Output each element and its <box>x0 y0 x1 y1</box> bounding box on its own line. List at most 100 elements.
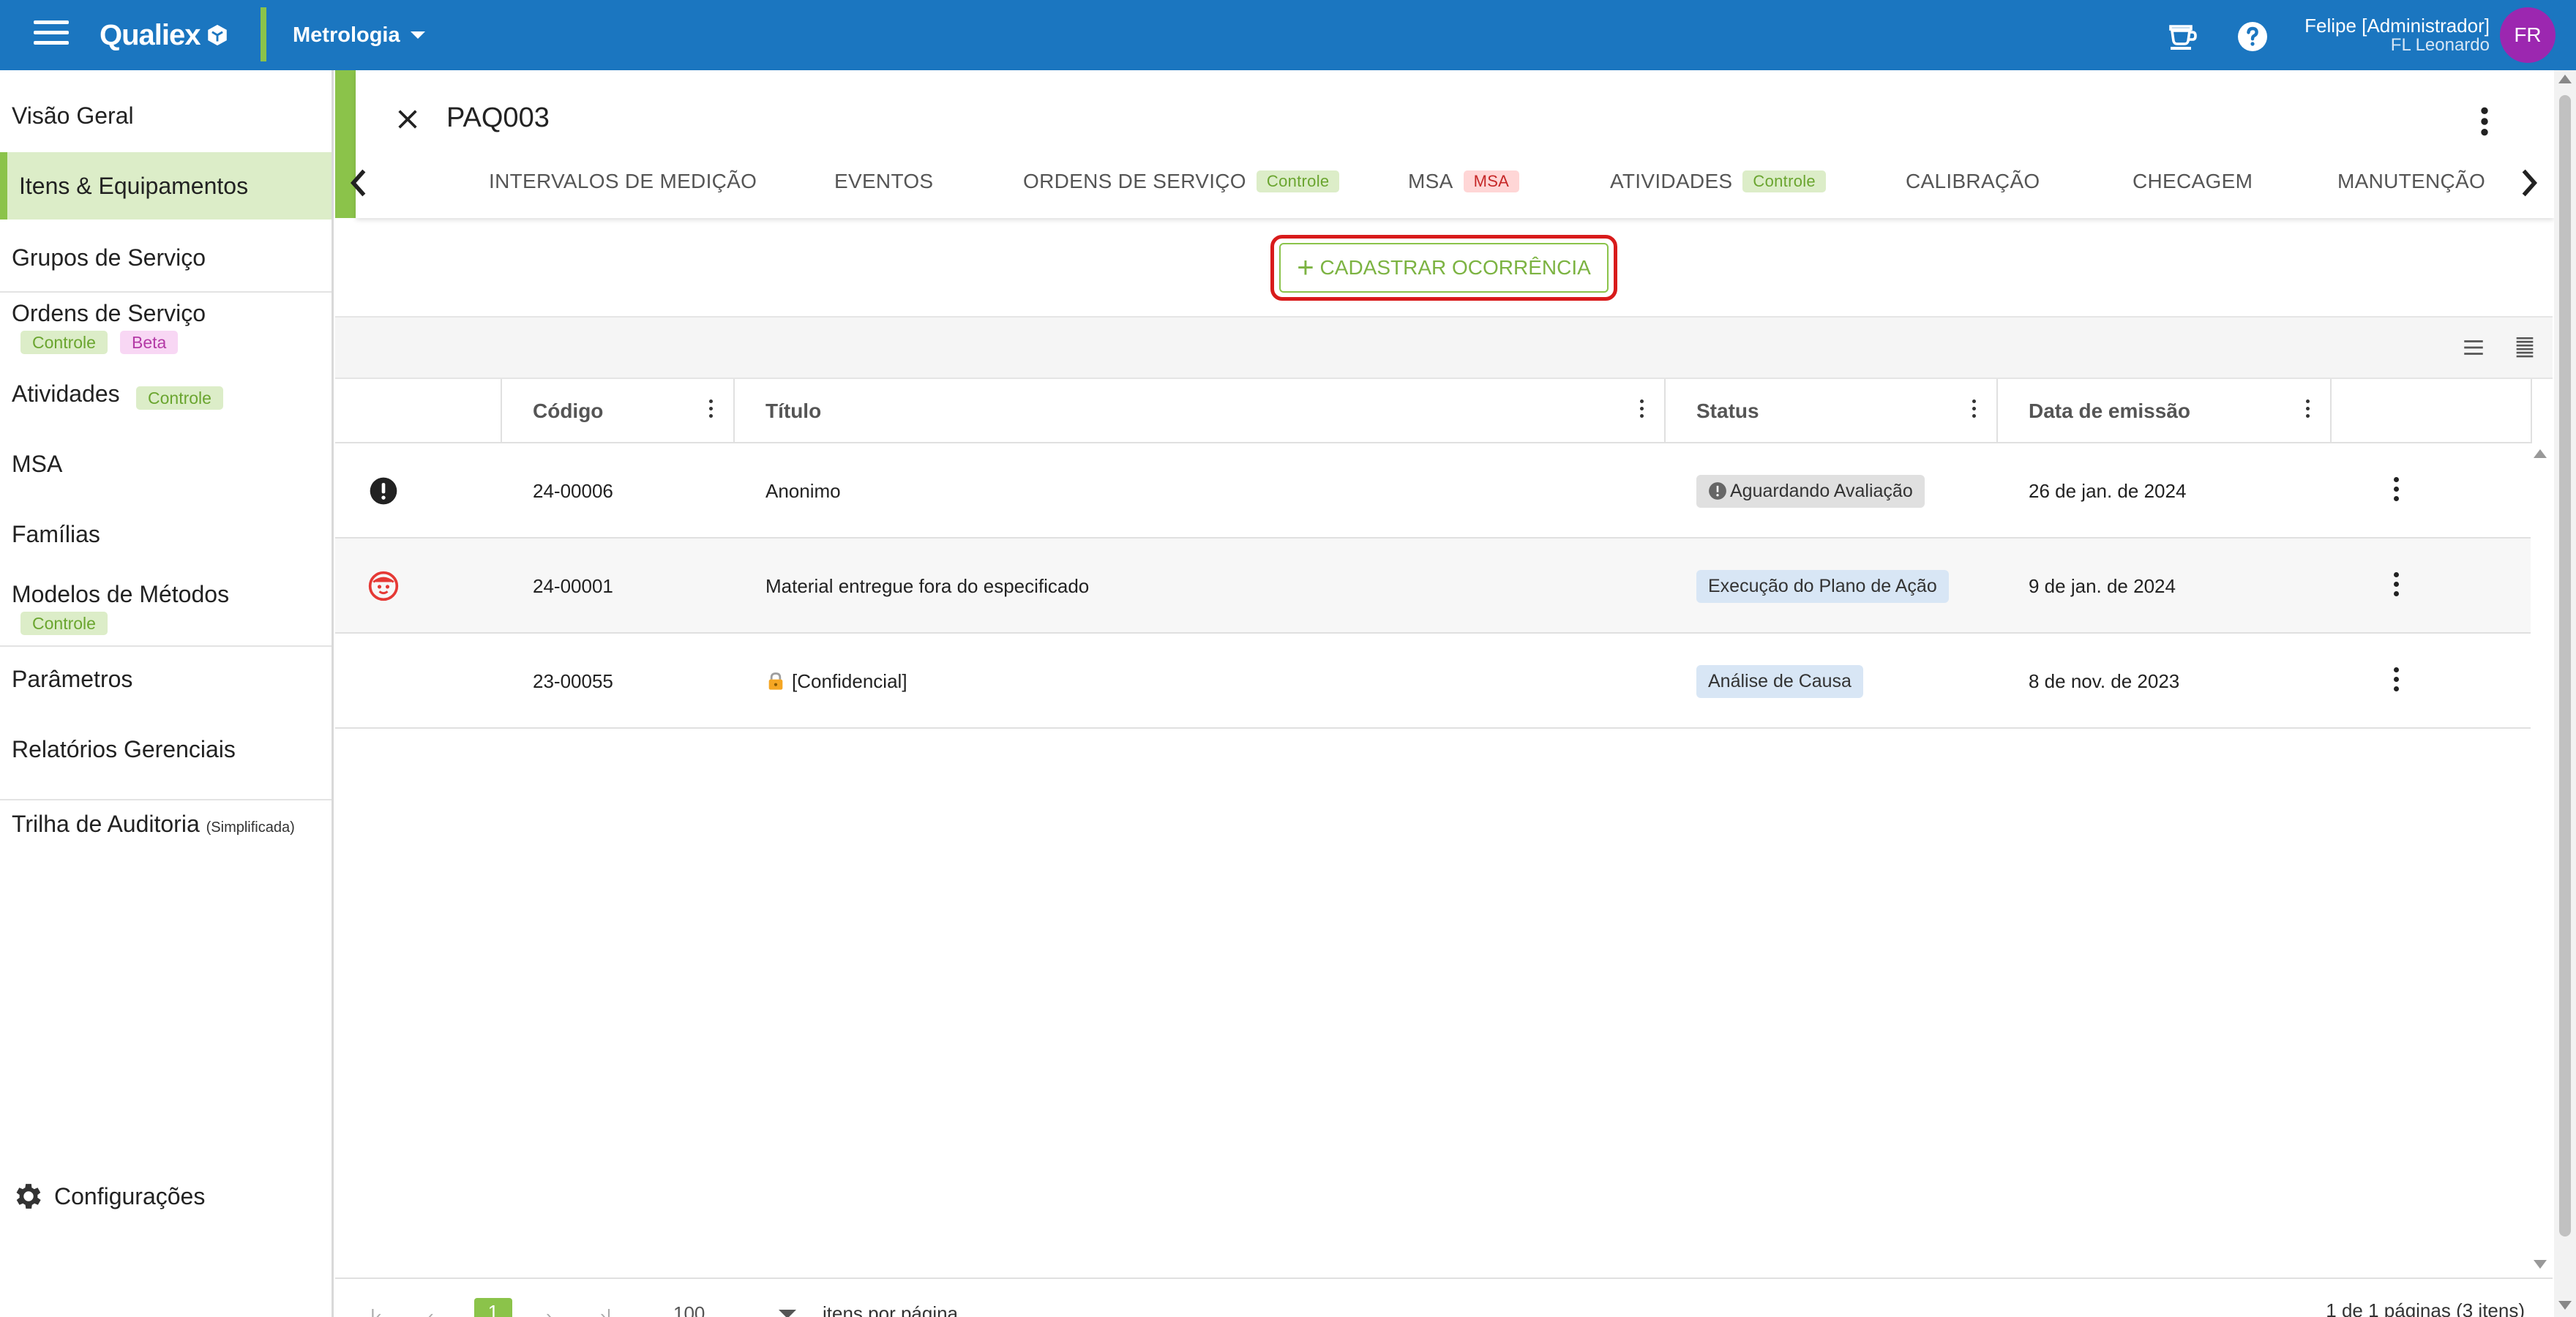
settings-label: Configurações <box>54 1182 206 1209</box>
cell-title: Anonimo <box>765 479 841 502</box>
menu-icon[interactable] <box>34 20 69 50</box>
last-page-icon[interactable]: ›| <box>600 1305 611 1317</box>
table-scroll-up-icon[interactable] <box>2534 449 2547 458</box>
sidebar-divider <box>0 291 332 293</box>
chevron-right-icon[interactable] <box>2519 167 2539 199</box>
column-menu-icon[interactable] <box>1638 399 1645 421</box>
add-occurrence-label: CADASTRAR OCORRÊNCIA <box>1319 256 1591 279</box>
lock-icon <box>768 672 783 690</box>
column-header-data-emissao[interactable]: Data de emissão <box>2029 379 2190 443</box>
cell-code: 24-00001 <box>533 574 613 597</box>
cell-date: 26 de jan. de 2024 <box>2029 479 2187 502</box>
sidebar-divider <box>0 645 332 647</box>
top-bar: Qualiex Metrologia Felipe [Administrador… <box>0 0 2576 70</box>
user-name[interactable]: Felipe [Administrador] <box>2304 15 2490 37</box>
sidebar-item-grupos-servico[interactable]: Grupos de Serviço <box>0 236 332 277</box>
sidebar-item-label: Famílias <box>12 521 100 547</box>
row-more-icon[interactable] <box>2392 477 2400 506</box>
sidebar-item-familias[interactable]: Famílias <box>0 514 332 555</box>
settings-button[interactable]: Configurações <box>12 1179 205 1213</box>
cell-status: Análise de Causa <box>1696 634 1863 729</box>
table-scroll-down-icon[interactable] <box>2534 1260 2547 1269</box>
tab-label: MSA <box>1408 170 1453 192</box>
compact-view-icon[interactable] <box>2512 335 2538 360</box>
close-icon[interactable] <box>395 107 420 132</box>
column-header-titulo[interactable]: Título <box>765 379 821 443</box>
tab-checagem[interactable]: CHECAGEM <box>2133 170 2253 193</box>
sidebar-item-itens-equipamentos[interactable]: Itens & Equipamentos <box>0 152 332 220</box>
sidebar-item-trilha-auditoria[interactable]: Trilha de Auditoria (Simplificada) <box>0 799 332 850</box>
table-toolbar <box>335 316 2553 379</box>
column-divider <box>2330 379 2332 443</box>
sidebar-item-ordens-servico[interactable]: Ordens de Serviço Controle Beta <box>0 297 332 364</box>
app-name: Qualiex <box>100 18 201 51</box>
sidebar-item-label: Itens & Equipamentos <box>19 173 249 199</box>
sidebar-item-label: Parâmetros <box>12 666 133 692</box>
row-more-icon[interactable] <box>2392 667 2400 697</box>
sidebar-item-modelos-metodos[interactable]: Modelos de Métodos Controle <box>0 578 332 645</box>
column-divider <box>1664 379 1666 443</box>
tab-eventos[interactable]: EVENTOS <box>834 170 933 193</box>
tab-label: INTERVALOS DE MEDIÇÃO <box>489 170 757 192</box>
module-selector[interactable]: Metrologia <box>293 19 425 51</box>
tab-ordens-servico[interactable]: ORDENS DE SERVIÇO Controle <box>1023 170 1340 193</box>
column-divider <box>2531 379 2532 443</box>
cell-code: 24-00006 <box>533 479 613 502</box>
sidebar-item-msa[interactable]: MSA <box>0 443 332 484</box>
cell-status: Aguardando Avaliação <box>1696 443 1925 539</box>
controle-badge: Controle <box>136 386 223 410</box>
gear-icon <box>16 1184 41 1209</box>
add-occurrence-button[interactable]: + CADASTRAR OCORRÊNCIA <box>1279 243 1609 293</box>
app-logo[interactable]: Qualiex <box>100 16 230 54</box>
prev-page-icon[interactable]: ‹ <box>427 1305 434 1317</box>
sidebar-item-label-wrap: Trilha de Auditoria (Simplificada) <box>12 811 295 838</box>
next-page-icon[interactable]: › <box>546 1305 553 1317</box>
sidebar-item-relatorios[interactable]: Relatórios Gerenciais <box>0 726 332 767</box>
tab-label: CHECAGEM <box>2133 170 2253 192</box>
chevron-down-icon[interactable] <box>779 1310 796 1317</box>
user-company[interactable]: FL Leonardo <box>2391 35 2490 56</box>
column-header-codigo[interactable]: Código <box>533 379 603 443</box>
page-scrollbar-thumb[interactable] <box>2559 95 2571 1237</box>
sidebar-item-label: Relatórios Gerenciais <box>12 736 236 762</box>
cell-title: Material entregue fora do especificado <box>765 574 1090 597</box>
column-menu-icon[interactable] <box>707 399 714 421</box>
tab-intervalos-medicao[interactable]: INTERVALOS DE MEDIÇÃO <box>489 170 757 193</box>
sidebar-item-atividades[interactable]: Atividades Controle <box>0 370 332 421</box>
sidebar-item-parametros[interactable]: Parâmetros <box>0 656 332 697</box>
sidebar-item-label: Visão Geral <box>12 102 134 129</box>
page-size-select[interactable]: 100 <box>673 1302 705 1317</box>
tab-atividades[interactable]: ATIVIDADES Controle <box>1610 170 1826 193</box>
tab-msa[interactable]: MSA MSA <box>1408 170 1520 193</box>
tab-manutencao[interactable]: MANUTENÇÃO <box>2337 170 2485 193</box>
help-icon[interactable] <box>2235 19 2270 54</box>
tab-label: MANUTENÇÃO <box>2337 170 2486 192</box>
tab-calibracao[interactable]: CALIBRAÇÃO <box>1906 170 2040 193</box>
column-menu-icon[interactable] <box>1970 399 1977 421</box>
top-divider <box>261 7 266 61</box>
controle-badge: Controle <box>20 331 108 354</box>
tab-label: CALIBRAÇÃO <box>1906 170 2040 192</box>
plus-icon: + <box>1297 252 1314 284</box>
coffee-cup-icon[interactable] <box>2165 19 2200 54</box>
page-number-current[interactable]: 1 <box>474 1298 512 1317</box>
more-vert-icon[interactable] <box>2474 105 2496 138</box>
controle-badge: Controle <box>1742 170 1826 192</box>
column-header-status[interactable]: Status <box>1696 379 1759 443</box>
scroll-up-icon[interactable] <box>2558 75 2572 83</box>
table-row[interactable] <box>335 539 2531 634</box>
chevron-left-icon[interactable] <box>348 167 369 199</box>
sidebar: Visão Geral Itens & Equipamentos Grupos … <box>0 70 334 1317</box>
table-row[interactable] <box>335 634 2531 729</box>
row-more-icon[interactable] <box>2392 572 2400 601</box>
table-row[interactable] <box>335 443 2531 539</box>
status-badge: Aguardando Avaliação <box>1696 474 1925 508</box>
scroll-down-icon[interactable] <box>2558 1301 2572 1310</box>
sidebar-item-label: Ordens de Serviço <box>12 300 206 326</box>
avatar[interactable]: FR <box>2500 7 2556 63</box>
panel-header <box>356 70 2554 218</box>
column-menu-icon[interactable] <box>2304 399 2311 421</box>
list-view-icon[interactable] <box>2460 335 2487 360</box>
first-page-icon[interactable]: |‹ <box>370 1305 381 1317</box>
sidebar-item-visao-geral[interactable]: Visão Geral <box>0 95 332 136</box>
